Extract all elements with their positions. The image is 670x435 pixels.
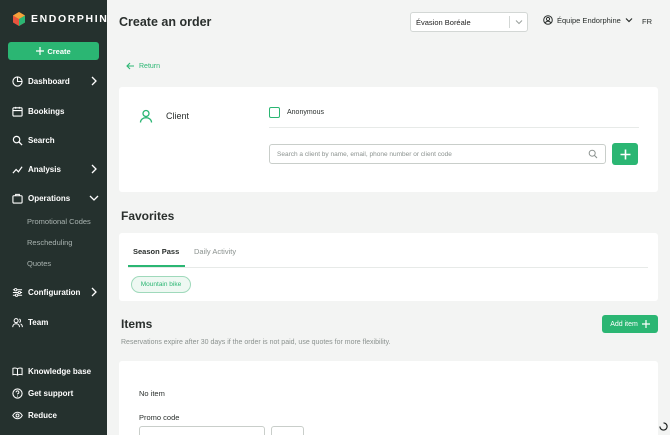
pie-chart-icon — [12, 75, 23, 87]
promo-apply-button[interactable] — [271, 426, 304, 435]
book-icon — [12, 366, 23, 376]
sidebar-item-label: Bookings — [28, 106, 65, 116]
calendar-icon — [12, 106, 23, 117]
client-search-placeholder: Search a client by name, email, phone nu… — [277, 150, 452, 158]
sidebar-item-analysis[interactable]: Analysis — [0, 159, 107, 179]
organization-select[interactable]: Évasion Boréale — [410, 12, 528, 32]
sidebar-item-configuration[interactable]: Configuration — [0, 282, 107, 302]
arrow-left-icon — [126, 62, 134, 70]
sidebar-item-dashboard[interactable]: Dashboard — [0, 71, 107, 91]
user-icon — [139, 109, 153, 123]
sidebar-item-search[interactable]: Search — [0, 130, 107, 150]
empty-items-label: No item — [139, 389, 165, 398]
sidebar-item-label: Configuration — [28, 287, 81, 297]
sidebar-item-label: Dashboard — [28, 76, 70, 86]
user-circle-icon — [543, 15, 553, 25]
sidebar-subitem-promotional-codes[interactable]: Promotional Codes — [27, 217, 91, 226]
sidebar-item-label: Search — [28, 135, 55, 145]
anonymous-label: Anonymous — [287, 109, 324, 116]
active-tab-indicator — [128, 265, 185, 267]
add-item-label: Add item — [610, 320, 638, 328]
users-icon — [12, 317, 23, 327]
select-divider — [509, 16, 510, 28]
sidebar-item-bookings[interactable]: Bookings — [0, 101, 107, 121]
chevron-right-icon — [91, 76, 97, 86]
help-circle-icon — [12, 387, 23, 399]
logo-icon — [13, 12, 25, 26]
team-label: Équipe Endorphine — [557, 15, 621, 25]
sidebar-item-label: Team — [28, 317, 49, 327]
anonymous-checkbox[interactable] — [269, 107, 280, 118]
client-search-input[interactable]: Search a client by name, email, phone nu… — [269, 144, 606, 164]
top-bar: Create an order Évasion Boréale Équipe E… — [107, 0, 670, 44]
chevron-down-icon — [515, 20, 523, 25]
sidebar-item-label: Reduce — [28, 410, 57, 420]
sidebar-item-label: Knowledge base — [28, 366, 92, 376]
plus-icon — [36, 47, 45, 55]
chevron-down-icon — [625, 18, 633, 23]
sidebar-subitem-quotes[interactable]: Quotes — [27, 259, 51, 268]
sidebar-item-reduce[interactable]: Reduce — [0, 405, 107, 425]
create-label: Create — [47, 46, 71, 56]
sidebar-item-get-support[interactable]: Get support — [0, 383, 107, 403]
chevron-right-icon — [91, 164, 97, 174]
search-icon — [12, 135, 23, 146]
sidebar-item-label: Operations — [28, 193, 71, 203]
plus-icon — [641, 320, 650, 328]
loading-spinner-icon — [659, 422, 668, 431]
sidebar-item-operations[interactable]: Operations — [0, 188, 107, 208]
favorite-chip[interactable]: Mountain bike — [131, 276, 191, 293]
sidebar: ENDORPHINE Create Dashboard Bookings Sea… — [0, 0, 115, 435]
sliders-icon — [12, 287, 23, 297]
tab-season-pass[interactable]: Season Pass — [133, 247, 179, 256]
plus-icon — [620, 149, 630, 159]
tab-daily-activity[interactable]: Daily Activity — [194, 247, 236, 256]
sidebar-item-knowledge-base[interactable]: Knowledge base — [0, 361, 107, 381]
favorites-title: Favorites — [121, 209, 175, 223]
favorites-card: Season Pass Daily Activity Mountain bike — [119, 233, 658, 301]
promo-code-label: Promo code — [139, 413, 180, 422]
language-switch[interactable]: FR — [642, 17, 652, 26]
sidebar-item-label: Analysis — [28, 164, 61, 174]
client-label: Client — [166, 111, 190, 121]
operations-icon — [12, 193, 23, 204]
chevron-down-icon — [89, 195, 99, 201]
divider — [269, 127, 639, 128]
search-icon — [588, 149, 598, 159]
promo-code-input[interactable] — [139, 426, 265, 435]
logo-text: ENDORPHINE — [31, 13, 118, 25]
sidebar-item-label: Get support — [28, 388, 74, 398]
sidebar-subitem-rescheduling[interactable]: Rescheduling — [27, 238, 72, 247]
tab-divider — [128, 267, 648, 268]
chevron-right-icon — [91, 287, 97, 297]
sidebar-item-team[interactable]: Team — [0, 312, 107, 332]
add-client-button[interactable] — [612, 143, 638, 165]
organization-value: Évasion Boréale — [416, 17, 471, 27]
return-label: Return — [139, 62, 161, 70]
trend-chart-icon — [12, 165, 23, 174]
page-title: Create an order — [119, 15, 212, 29]
return-link[interactable]: Return — [126, 62, 160, 70]
add-item-button[interactable]: Add item — [602, 315, 658, 333]
brand-logo[interactable]: ENDORPHINE — [12, 12, 117, 26]
client-card: Client Anonymous Search a client by name… — [119, 87, 658, 192]
eye-icon — [12, 411, 23, 419]
team-menu[interactable]: Équipe Endorphine — [543, 15, 633, 25]
items-card: No item Promo code — [119, 361, 658, 435]
create-button[interactable]: Create — [8, 42, 99, 60]
items-title: Items — [121, 317, 153, 331]
items-note: Reservations expire after 30 days if the… — [121, 339, 391, 346]
